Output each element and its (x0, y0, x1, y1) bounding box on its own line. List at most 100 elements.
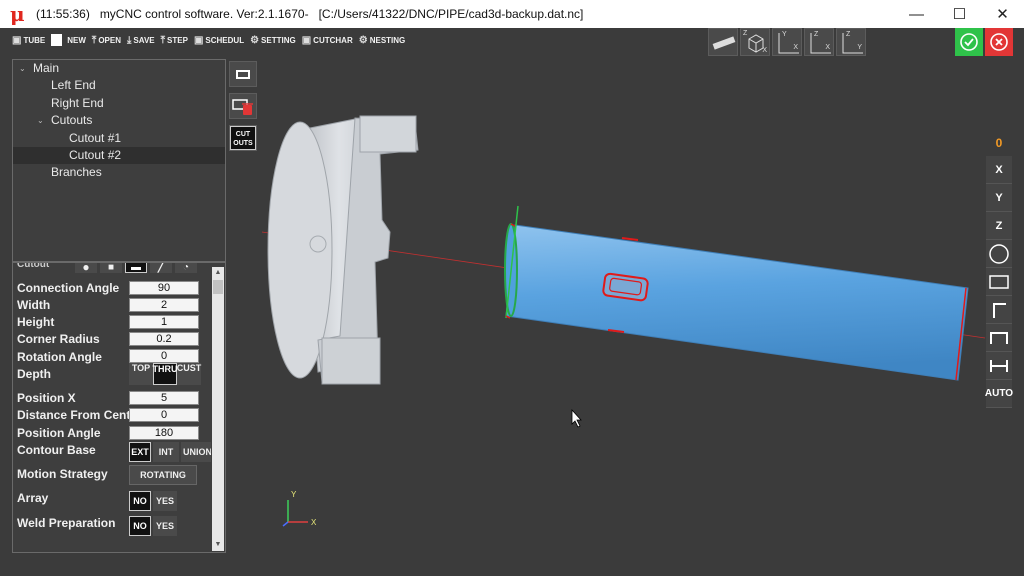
motion-strategy-button[interactable]: ROTATING (129, 465, 197, 485)
side-ibeam-button[interactable] (986, 352, 1012, 380)
scroll-down-icon[interactable]: ▼ (212, 539, 224, 551)
toolbar-step-button[interactable]: ⤒ STEP (161, 31, 188, 49)
tree-item-cutout-1[interactable]: Cutout #1 (13, 130, 225, 147)
side-z-button[interactable]: Z (986, 212, 1012, 240)
toolbar-cutchar-button[interactable]: ▣ CUTCHAR (302, 31, 353, 49)
mouse-cursor-icon (571, 408, 582, 428)
toolbar-save-button[interactable]: ⤓ SAVE (127, 31, 155, 49)
contour-union-button[interactable]: UNION (181, 442, 211, 462)
toolbar-setting-button[interactable]: ⚙ SETTING (250, 31, 296, 49)
depth-thru-button[interactable]: THRU (153, 363, 178, 385)
tree-item-cutouts[interactable]: ⌄ Cutouts (13, 112, 225, 129)
position-angle-input[interactable]: 180 (129, 426, 199, 440)
contour-base-label: Contour Base (17, 443, 96, 457)
zx-view-button[interactable]: Z X (804, 28, 834, 56)
tree-item-branches[interactable]: Branches (13, 164, 225, 181)
depth-custom-button[interactable]: CUST (177, 363, 201, 385)
side-channel-button[interactable] (986, 324, 1012, 352)
cutout-properties-panel: Cutout ● ■ ▬ ╱ ◔ Connection Angle 90 Wid… (12, 262, 226, 553)
zy-axis-z: Z (846, 31, 851, 38)
tree-item-label: Branches (51, 165, 102, 180)
toolbar-label: SETTING (261, 35, 296, 45)
upload-icon: ⤒ (91, 34, 97, 46)
cancel-button[interactable] (985, 28, 1013, 56)
side-y-button[interactable]: Y (986, 184, 1012, 212)
toolbar-new-button[interactable]: NEW (51, 31, 86, 49)
connection-angle-input[interactable]: 90 (129, 281, 199, 295)
depth-top-button[interactable]: TOP (129, 363, 153, 385)
toolbar-label: NEW (67, 35, 86, 45)
main-toolbar: ▣ TUBE NEW ⤒ OPEN ⤓ SAVE ⤒ STEP ▣ SCHEDUL ⚙ SETTING ▣… (12, 30, 405, 50)
toolbar-open-button[interactable]: ⤒ OPEN (92, 31, 121, 49)
rect-shape-icon (989, 274, 1009, 289)
contour-int-button[interactable]: INT (153, 442, 179, 462)
zy-view-button[interactable]: Z Y (836, 28, 866, 56)
xy-axis-y: Y (782, 31, 787, 38)
cutouts-label-line-1: CUT (235, 131, 251, 138)
position-x-input[interactable]: 5 (129, 391, 199, 405)
side-rect-button[interactable] (986, 268, 1012, 296)
side-auto-button[interactable]: AUTO (985, 380, 1013, 408)
distance-from-center-input[interactable]: 0 (129, 408, 199, 422)
weld-yes-button[interactable]: YES (153, 516, 177, 536)
height-input[interactable]: 1 (129, 315, 199, 329)
tree-item-right-end[interactable]: Right End (13, 95, 225, 112)
upload-icon: ⤒ (160, 34, 166, 46)
weld-preparation-label: Weld Preparation (17, 516, 116, 530)
toolbar-label: NESTING (369, 35, 406, 45)
array-yes-button[interactable]: YES (153, 491, 177, 511)
toolbar-schedul-button[interactable]: ▣ SCHEDUL (194, 31, 244, 49)
gear-icon: ⚙ (250, 34, 260, 46)
iso-axis-z: Z (743, 30, 748, 37)
expand-caret-icon[interactable]: ⌄ (37, 112, 44, 129)
expand-caret-icon[interactable]: ⌄ (19, 60, 26, 77)
array-label: Array (17, 491, 49, 505)
add-rect-cutout-button[interactable] (229, 61, 257, 87)
xy-axis-x: X (793, 44, 798, 51)
shape-slot-button[interactable]: ╱ (150, 263, 172, 273)
corner-radius-label: Corner Radius (17, 332, 100, 346)
scroll-thumb[interactable] (213, 280, 223, 294)
measure-ruler-button[interactable] (708, 28, 738, 56)
contour-ext-button[interactable]: EXT (129, 442, 151, 462)
app-window: μ (11:55:36) myCNC control software. Ver:… (0, 0, 1024, 576)
distance-from-center-label: Distance From Center (17, 408, 129, 422)
props-scrollbar[interactable]: ▲ ▼ (212, 267, 224, 551)
side-tools: X Y Z AUTO (985, 156, 1013, 408)
rotation-angle-input[interactable]: 0 (129, 349, 199, 363)
corner-radius-input[interactable]: 0.2 (129, 332, 199, 346)
array-no-button[interactable]: NO (129, 491, 151, 511)
side-circle-button[interactable] (986, 240, 1012, 268)
iso-view-button[interactable]: Z X (740, 28, 770, 56)
tree-item-main[interactable]: ⌄ Main (13, 60, 225, 77)
weld-no-button[interactable]: NO (129, 516, 151, 536)
cutouts-mode-button[interactable]: CUT OUTS (229, 125, 257, 151)
tree-item-label: Cutout #2 (69, 147, 122, 162)
shape-rounded-rect-button[interactable]: ▬ (125, 263, 147, 273)
shape-circle-button[interactable]: ● (75, 263, 97, 274)
depth-label: Depth (17, 367, 51, 381)
zx-axis-x: X (825, 44, 830, 51)
scroll-up-icon[interactable]: ▲ (212, 267, 224, 279)
toolbar-tube-button[interactable]: ▣ TUBE (12, 31, 45, 49)
new-icon (51, 34, 63, 46)
toolbar-label: CUTCHAR (313, 35, 353, 45)
toolbar-label: SCHEDUL (205, 35, 245, 45)
width-input[interactable]: 2 (129, 298, 199, 312)
xy-view-button[interactable]: Y X (772, 28, 802, 56)
toolbar-nesting-button[interactable]: ⚙ NESTING (359, 31, 406, 49)
axis-x-label: X (311, 518, 317, 527)
side-corner-button[interactable] (986, 296, 1012, 324)
side-x-button[interactable]: X (986, 156, 1012, 184)
confirm-button[interactable] (955, 28, 983, 56)
height-label: Height (17, 315, 55, 329)
tree-item-left-end[interactable]: Left End (13, 77, 225, 94)
tree-item-label: Right End (51, 95, 104, 110)
toolbar-label: OPEN (98, 35, 121, 45)
tree-item-cutout-2[interactable]: Cutout #2 (13, 146, 225, 165)
iso-axis-x: X (762, 47, 767, 54)
cutout-2-shape[interactable] (602, 272, 649, 302)
shape-arc-button[interactable]: ◔ (175, 263, 197, 273)
shape-square-button[interactable]: ■ (100, 263, 122, 273)
delete-cutout-button[interactable] (229, 93, 257, 119)
